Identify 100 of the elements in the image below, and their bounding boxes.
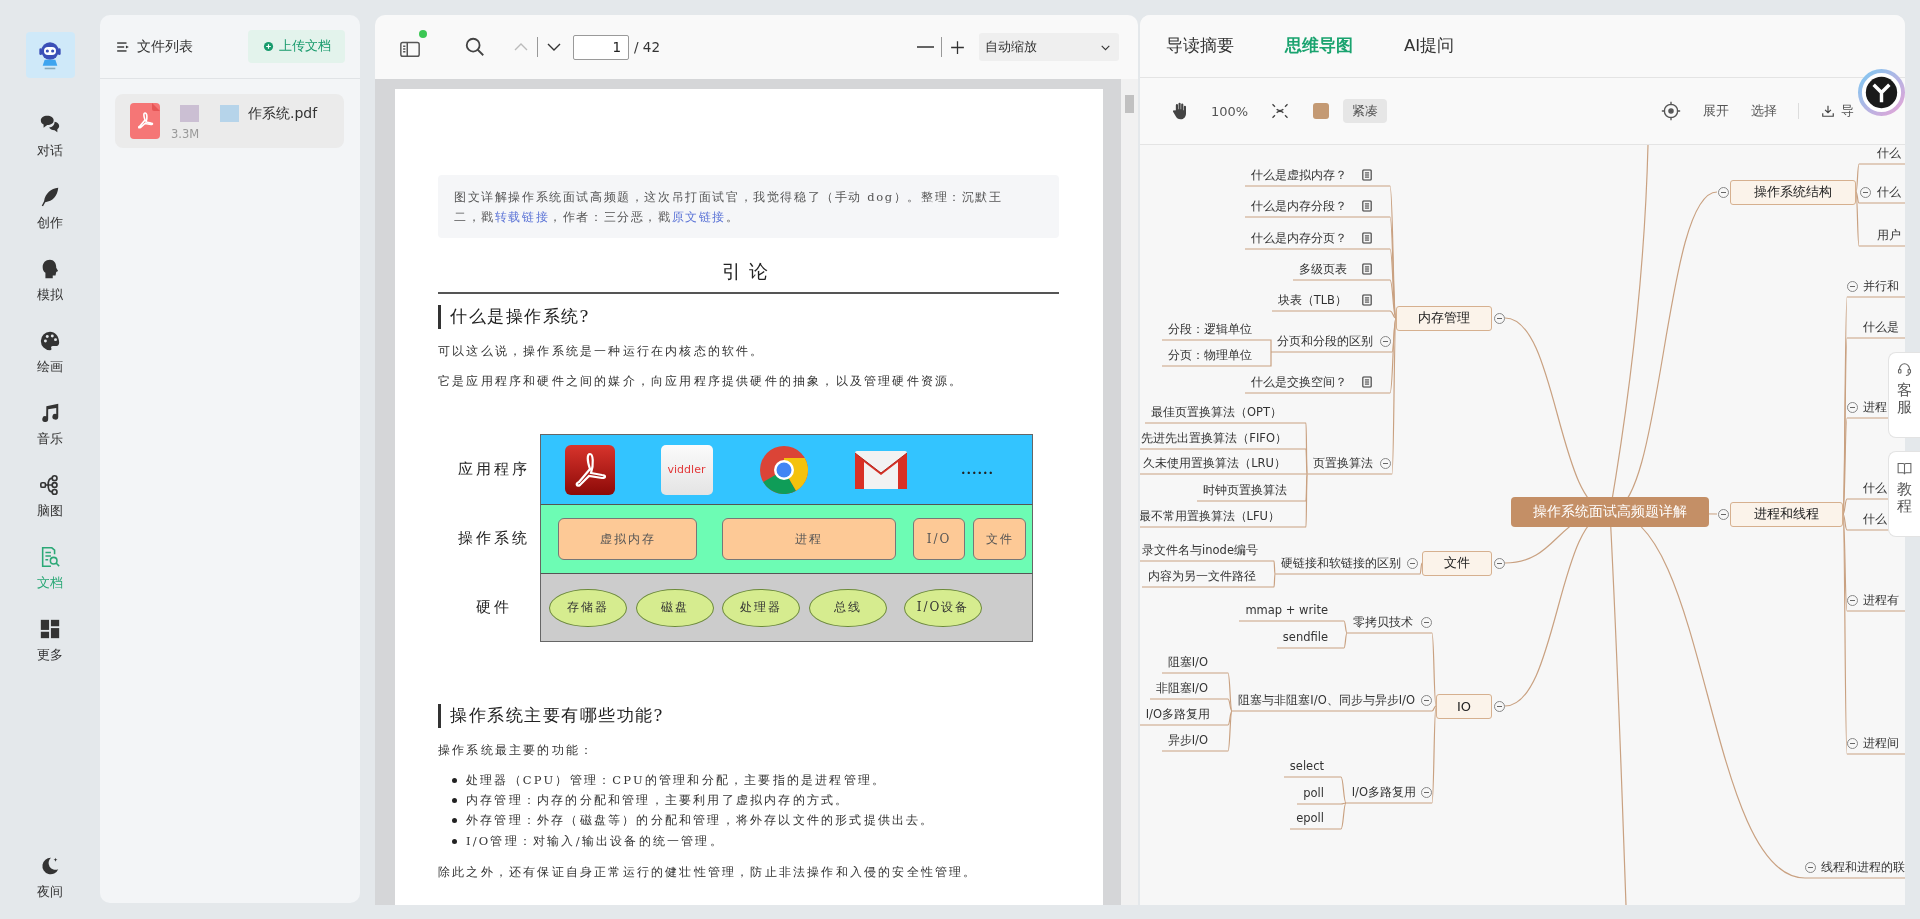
night-mode-button[interactable]: 夜间 xyxy=(20,855,80,901)
collapse-button[interactable] xyxy=(1420,694,1432,706)
topic-label[interactable]: 异步I/O xyxy=(1167,732,1208,748)
pdf-file-icon xyxy=(130,103,160,139)
topic-label[interactable]: select xyxy=(1289,758,1324,774)
nav-item[interactable]: 音乐 xyxy=(20,402,80,448)
topic-label[interactable]: 硬链接和软链接的区别 xyxy=(1281,555,1401,571)
collapse-button[interactable] xyxy=(1493,312,1505,324)
topic-label[interactable]: mmap + write xyxy=(1245,602,1328,618)
nav-item[interactable]: 创作 xyxy=(20,186,80,232)
topic-label[interactable]: 分页和分段的区别 xyxy=(1277,333,1373,349)
topic-node[interactable]: IO xyxy=(1436,693,1492,719)
topic-node[interactable]: 内存管理 xyxy=(1396,305,1492,331)
tab[interactable]: AI提问 xyxy=(1404,35,1455,57)
topic-label[interactable]: I/O多路复用 xyxy=(1145,706,1210,722)
topic-label[interactable]: 进程间 xyxy=(1863,735,1899,751)
side-button[interactable]: 客服 xyxy=(1888,352,1920,438)
topic-label[interactable]: 非阻塞I/O xyxy=(1155,680,1208,696)
fit-view-button[interactable] xyxy=(1270,101,1291,121)
collapse-button[interactable] xyxy=(1493,557,1505,569)
sidebar-toggle-button[interactable] xyxy=(399,30,427,60)
tab[interactable]: 导读摘要 xyxy=(1166,35,1234,57)
topic-label[interactable]: 什么是 xyxy=(1863,319,1899,335)
topic-node[interactable]: 文件 xyxy=(1422,550,1492,576)
select-button[interactable]: 选择 xyxy=(1751,102,1777,120)
list-item: 外存管理：外存（磁盘等）的分配和管理，将外存以文件的形式提供出去。 xyxy=(466,813,935,829)
topic-label[interactable]: 分页：物理单位 xyxy=(1168,347,1252,363)
topic-label[interactable]: 什么 xyxy=(1863,480,1887,496)
nav-item[interactable]: 更多 xyxy=(20,618,80,664)
topic-label[interactable]: 什么 xyxy=(1877,145,1901,161)
topic-label[interactable]: I/O多路复用 xyxy=(1351,784,1416,800)
page-number-field[interactable]: 1 xyxy=(573,34,629,60)
quote-text: 图文详解操作系统面试高频题，这次吊打面试官，我觉得稳了（手动 dog）。整理：沉默王二，戳转载链接，作者：三分恶，戳原文链接。 xyxy=(454,189,1004,226)
minus-icon xyxy=(917,46,934,48)
topic-label[interactable]: 多级页表 xyxy=(1299,261,1347,277)
collapse-button[interactable] xyxy=(1717,186,1729,198)
topic-label[interactable]: 用户 xyxy=(1877,227,1901,243)
topic-label[interactable]: 最佳页置换算法（OPT） xyxy=(1151,404,1282,420)
topic-label[interactable]: 线程和进程的联 xyxy=(1821,859,1905,875)
color-swatch[interactable] xyxy=(1313,103,1330,119)
topic-label[interactable]: 阻塞I/O xyxy=(1167,654,1208,670)
zoom-level: 100% xyxy=(1211,103,1249,119)
app-icon xyxy=(564,444,615,495)
topic-label[interactable]: 内容为另一文件路径 xyxy=(1148,568,1256,584)
collapse-button[interactable] xyxy=(1846,280,1858,292)
nav-item[interactable]: 绘画 xyxy=(20,330,80,376)
zoom-select[interactable]: 自动缩放 xyxy=(979,33,1119,61)
bullet-dot xyxy=(452,838,457,844)
logo-icon[interactable] xyxy=(1858,69,1905,116)
collapse-button[interactable] xyxy=(1846,737,1858,749)
topic-label[interactable]: 什么是交换空间？ xyxy=(1251,374,1347,390)
topic-label[interactable]: 零拷贝技术 xyxy=(1353,614,1413,630)
topic-label[interactable]: 阻塞与非阻塞I/O、同步与异步I/O xyxy=(1238,692,1415,708)
file-name: 作系统.pdf xyxy=(248,104,318,123)
topic-label[interactable]: poll xyxy=(1303,785,1324,801)
topic-label[interactable]: 块表（TLB） xyxy=(1277,292,1347,308)
topic-label[interactable]: 进程有 xyxy=(1863,592,1899,608)
file-item[interactable]: 作系统.pdf 3.3M xyxy=(115,94,344,148)
topic-label[interactable]: 什么是内存分页？ xyxy=(1251,230,1347,246)
link[interactable]: 转载链接 xyxy=(494,210,550,224)
nav-item[interactable]: 模拟 xyxy=(20,258,80,304)
export-button[interactable]: 导 xyxy=(1821,102,1854,120)
layout-button[interactable]: 紧凑 xyxy=(1343,99,1388,123)
collapse-button[interactable] xyxy=(1493,700,1505,712)
nav-item[interactable]: 脑图 xyxy=(20,474,80,520)
nav-item[interactable]: 对话 xyxy=(20,114,80,160)
collapse-button[interactable] xyxy=(1420,786,1432,798)
topic-label[interactable]: 什么是虚拟内存？ xyxy=(1251,167,1347,183)
topic-label[interactable]: 并行和 xyxy=(1863,278,1899,294)
topic-node[interactable]: 进程和线程 xyxy=(1730,501,1843,527)
topic-label[interactable]: epoll xyxy=(1296,810,1324,826)
topic-label[interactable]: 页置换算法 xyxy=(1313,455,1373,471)
topic-label[interactable]: 什么 xyxy=(1863,511,1887,527)
topic-label[interactable]: 进程 xyxy=(1863,399,1887,415)
topic-label[interactable]: 录文件名与inode编号 xyxy=(1142,542,1258,558)
collapse-button[interactable] xyxy=(1420,616,1432,628)
topic-label[interactable]: 时钟页置换算法 xyxy=(1203,482,1287,498)
link[interactable]: 原文链接 xyxy=(671,210,727,224)
bullet-dot xyxy=(452,818,457,824)
locate-button[interactable] xyxy=(1661,101,1681,121)
topic-label[interactable]: 什么是内存分段？ xyxy=(1251,198,1347,214)
search-button[interactable] xyxy=(464,36,486,58)
side-button[interactable]: 教程 xyxy=(1888,451,1920,537)
collapse-button[interactable] xyxy=(1717,508,1729,520)
topic-node[interactable]: 操作系统结构 xyxy=(1730,179,1856,205)
topic-label[interactable]: sendfile xyxy=(1282,629,1328,645)
collapse-button[interactable] xyxy=(1846,594,1858,606)
topic-label[interactable]: 什么 xyxy=(1877,184,1901,200)
topic-label[interactable]: 先进先出置换算法（FIFO） xyxy=(1141,430,1287,446)
collapse-button[interactable] xyxy=(1859,186,1871,198)
collapse-button[interactable] xyxy=(1804,861,1816,873)
section-heading: 操作系统主要有哪些功能? xyxy=(438,704,1059,728)
collapse-button[interactable] xyxy=(1846,401,1858,413)
collapse-button[interactable] xyxy=(1379,335,1391,347)
topic-label[interactable]: 分段：逻辑单位 xyxy=(1168,321,1252,337)
expand-button[interactable]: 展开 xyxy=(1703,102,1729,120)
collapse-button[interactable] xyxy=(1406,557,1418,569)
zoom-in-button[interactable] xyxy=(949,38,966,56)
topic-label[interactable]: 久未使用置换算法（LRU） xyxy=(1143,455,1286,471)
collapse-button[interactable] xyxy=(1379,457,1391,469)
